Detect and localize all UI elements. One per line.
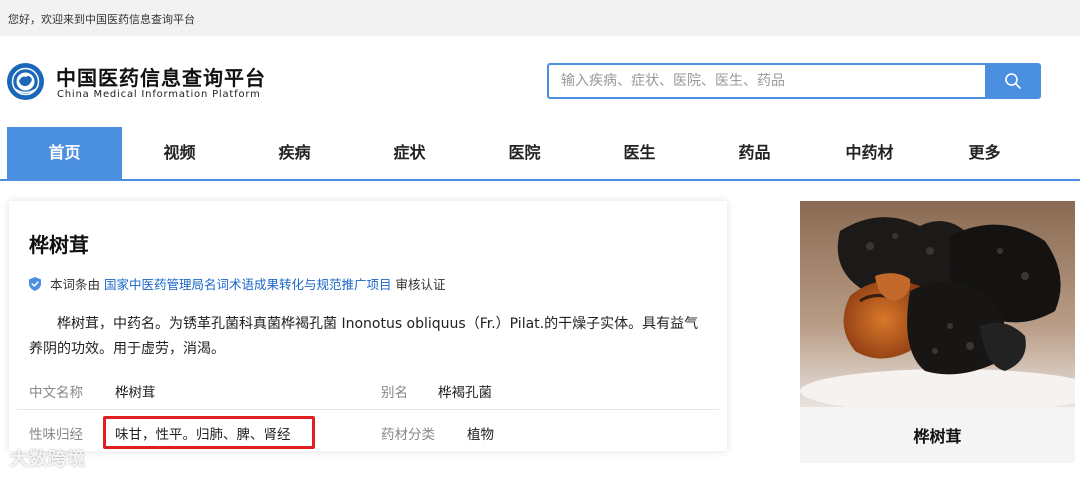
entry-card: 桦树茸 本词条由 国家中医药管理局名词术语成果转化与规范推广项目 审核认证 桦树… <box>9 201 727 451</box>
highlight-box <box>103 416 315 449</box>
nav-item-drug[interactable]: 药品 <box>697 127 812 179</box>
watermark-text: 大数跨境 <box>10 449 86 470</box>
category-value: 植物 <box>467 427 494 443</box>
category-label: 药材分类 <box>381 427 435 443</box>
nav-item-video[interactable]: 视频 <box>122 127 237 179</box>
cert-project-link[interactable]: 国家中医药管理局名词术语成果转化与规范推广项目 <box>104 277 392 292</box>
row-divider <box>17 409 719 410</box>
nav-item-herbal[interactable]: 中药材 <box>812 127 927 179</box>
entry-description: 桦树茸，中药名。为锈革孔菌科真菌桦褐孔菌 Inonotus obliquus（F… <box>29 316 699 357</box>
search-input[interactable] <box>549 65 987 97</box>
site-title[interactable]: 中国医药信息查询平台 <box>56 62 266 91</box>
cn-name-value: 桦树茸 <box>115 385 156 401</box>
welcome-text: 您好，欢迎来到中国医药信息查询平台 <box>8 13 195 26</box>
alias-value: 桦褐孔菌 <box>438 385 492 401</box>
search-icon <box>1005 73 1021 89</box>
nav-item-home[interactable]: 首页 <box>7 127 122 179</box>
shield-check-icon <box>29 277 41 291</box>
cn-name-label: 中文名称 <box>29 385 83 401</box>
taste-meridian-label: 性味归经 <box>29 427 83 443</box>
search-button[interactable] <box>985 63 1041 99</box>
herb-image-card[interactable]: 桦树茸 <box>800 201 1075 463</box>
nav-item-disease[interactable]: 疾病 <box>237 127 352 179</box>
search-box <box>547 63 987 99</box>
alias-label: 别名 <box>381 385 408 401</box>
herb-image-caption[interactable]: 桦树茸 <box>800 423 1075 447</box>
site-logo-icon[interactable] <box>7 63 44 100</box>
top-welcome-bar: 您好，欢迎来到中国医药信息查询平台 <box>0 0 1080 36</box>
herb-photo <box>800 201 1075 407</box>
nav-item-more[interactable]: 更多 <box>927 127 1042 179</box>
main-nav: 首页 视频 疾病 症状 医院 医生 药品 中药材 更多 <box>0 127 1080 181</box>
nav-item-doctor[interactable]: 医生 <box>582 127 697 179</box>
certification-note: 本词条由 国家中医药管理局名词术语成果转化与规范推广项目 审核认证 <box>50 274 446 293</box>
entry-title: 桦树茸 <box>29 233 89 257</box>
cert-suffix: 审核认证 <box>395 277 446 292</box>
site-subtitle: China Medical Information Platform <box>57 89 261 100</box>
nav-item-hospital[interactable]: 医院 <box>467 127 582 179</box>
nav-item-symptom[interactable]: 症状 <box>352 127 467 179</box>
cert-prefix: 本词条由 <box>50 277 101 292</box>
